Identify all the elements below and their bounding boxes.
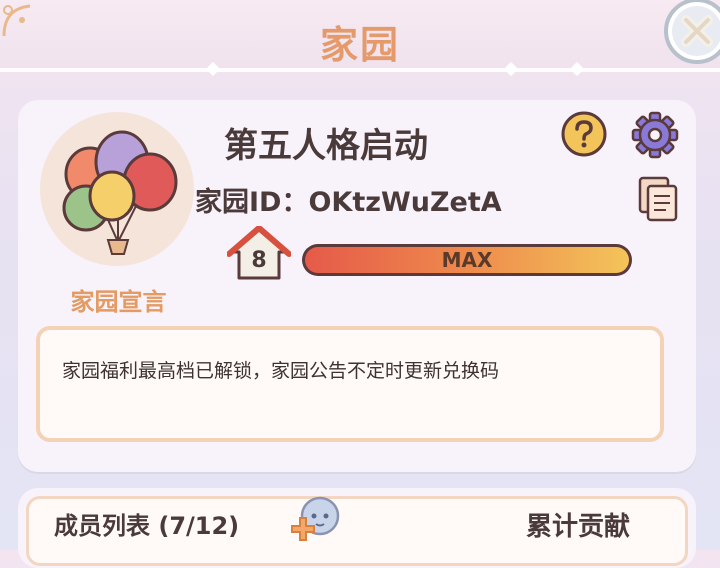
home-avatar[interactable]: [40, 112, 194, 266]
gear-icon: [631, 111, 679, 159]
home-level: 8: [251, 248, 267, 273]
copy-icon: [638, 176, 678, 222]
add-friend-icon: [291, 496, 340, 541]
help-button[interactable]: [560, 110, 608, 158]
copy-id-button[interactable]: [636, 174, 680, 224]
home-announcement-box: 家园福利最高档已解锁，家园公告不定时更新兑换码: [36, 326, 664, 442]
home-name: 第五人格启动: [224, 126, 428, 166]
total-contribution-label: 累计贡献: [526, 512, 631, 542]
close-icon: [681, 15, 713, 47]
page-title: 家园: [319, 23, 400, 67]
home-declaration-link[interactable]: 家园宣言: [36, 282, 201, 317]
add-member-button[interactable]: [286, 494, 342, 544]
level-progress-label: MAX: [441, 248, 493, 272]
question-icon: [561, 111, 607, 157]
close-button[interactable]: [664, 0, 720, 64]
title-divider: [0, 68, 720, 72]
home-announcement-text: 家园福利最高档已解锁，家园公告不定时更新兑换码: [62, 360, 500, 382]
balloons-icon: [62, 130, 178, 255]
home-id: 家园ID：OKtzWuZetA: [195, 187, 502, 218]
member-list-title: 成员列表 (7/12): [54, 512, 240, 540]
settings-button[interactable]: [630, 110, 680, 160]
